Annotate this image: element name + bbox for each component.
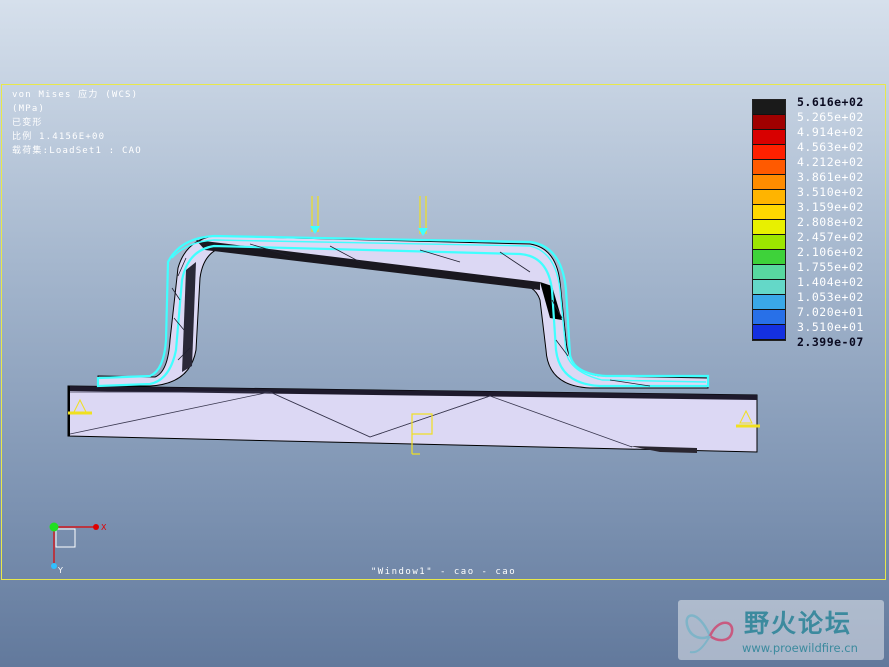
forum-watermark: 野火论坛 www.proewildfire.cn (678, 600, 884, 660)
watermark-title: 野火论坛 (744, 609, 853, 638)
load-arrows (310, 196, 428, 236)
axis-triad: X Y (49, 522, 107, 575)
watermark-url: www.proewildfire.cn (742, 641, 858, 655)
fem-model-view[interactable]: X Y (0, 0, 889, 667)
triad-y-label: Y (57, 566, 63, 575)
butterfly-logo-icon (685, 614, 734, 654)
bracket-mesh (96, 234, 710, 389)
triad-x-label: X (101, 523, 107, 532)
